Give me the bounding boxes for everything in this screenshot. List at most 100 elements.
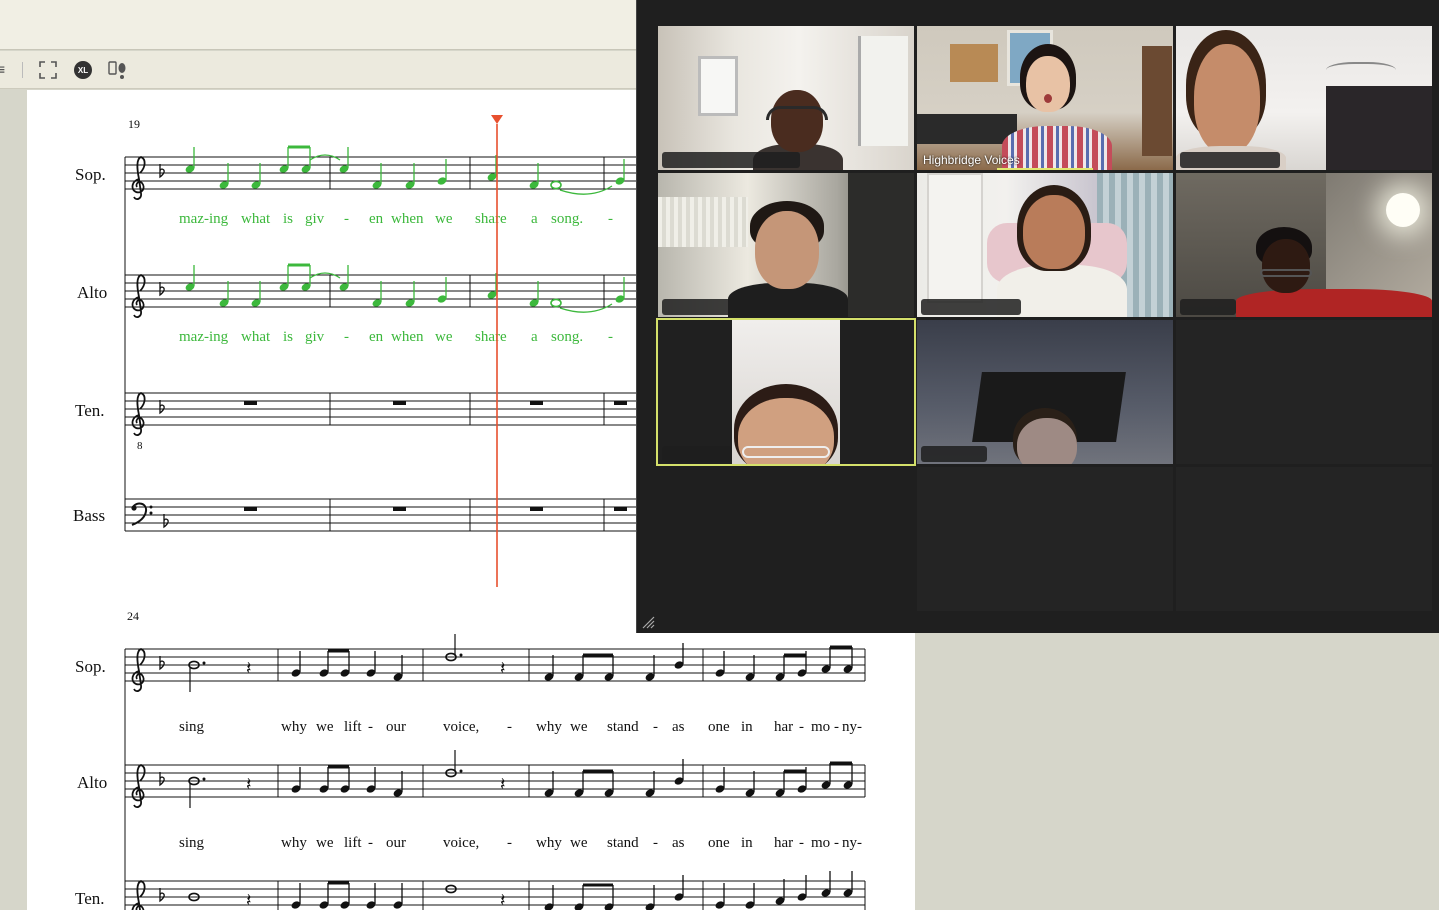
participant-name	[921, 299, 1021, 315]
lyric: har	[774, 835, 793, 851]
lyric: why	[536, 835, 562, 851]
lyric: in	[741, 835, 753, 851]
lyric: we	[316, 719, 334, 735]
lyric: in	[741, 719, 753, 735]
lyric: voice,	[443, 719, 479, 735]
participant-name	[662, 446, 732, 462]
lyric: song.	[551, 329, 583, 345]
staff-alto-2: Alto 𝄽 𝄽	[77, 750, 866, 808]
participant-name	[662, 299, 752, 315]
svg-text:𝄽: 𝄽	[246, 658, 252, 679]
soprano-notes-2: 𝄽 𝄽	[188, 634, 855, 692]
svg-text:8: 8	[137, 440, 143, 452]
participant-tile[interactable]	[1176, 26, 1432, 170]
lyric: is	[283, 329, 293, 345]
playback-cursor[interactable]	[491, 115, 503, 587]
staff-tenor-2: Ten. 𝄽 𝄽	[75, 649, 866, 910]
lyric: is	[283, 211, 293, 227]
participant-tile[interactable]	[658, 26, 914, 170]
measure-number: 19	[128, 117, 140, 131]
staff-label: Ten.	[75, 889, 105, 908]
svg-text:𝄽: 𝄽	[246, 890, 252, 910]
lyric: sing	[179, 835, 205, 851]
staff-label: Sop.	[75, 657, 106, 676]
staff-tenor-1: Ten. 8	[75, 392, 636, 452]
staff-label: Sop.	[75, 165, 106, 184]
staff-label: Bass	[73, 506, 105, 525]
lyric: -	[653, 719, 658, 735]
lyric: why	[281, 719, 307, 735]
participant-tile-self[interactable]	[658, 320, 914, 464]
lyric: a	[531, 329, 538, 345]
lyric: we	[435, 329, 453, 345]
lyric: one	[708, 835, 730, 851]
lyric: one	[708, 719, 730, 735]
lyric: what	[241, 211, 271, 227]
lyric: a	[531, 211, 538, 227]
svg-text:𝄽: 𝄽	[500, 658, 506, 679]
lyric: giv	[305, 329, 325, 345]
alto-notes-2: 𝄽 𝄽	[188, 750, 855, 808]
lyric: -	[344, 211, 349, 227]
lyric: -	[507, 835, 512, 851]
lyric: mo	[811, 835, 830, 851]
staff-soprano-1: Sop.	[75, 145, 636, 200]
staff-soprano-2: Sop. 𝄽 𝄽	[75, 634, 866, 692]
alto-notes	[183, 263, 627, 313]
lyric: lift	[344, 719, 362, 735]
lyric: why	[536, 719, 562, 735]
lyric: stand	[607, 719, 639, 735]
staff-label: Alto	[77, 773, 107, 792]
measure-number: 24	[127, 609, 139, 623]
empty-gallery-slot	[917, 467, 1173, 611]
lyrics-alto-2: sing why we lift - our voice, - why we s…	[179, 835, 862, 851]
lyric: we	[316, 835, 334, 851]
lyric: voice,	[443, 835, 479, 851]
participant-tile[interactable]	[917, 320, 1173, 464]
lyric: lift	[344, 835, 362, 851]
participant-name	[1180, 299, 1236, 315]
lyric: song.	[551, 211, 583, 227]
lyric: -	[834, 719, 839, 735]
lyric: our	[386, 835, 406, 851]
soprano-notes	[183, 145, 627, 195]
lyric: share	[475, 211, 507, 227]
participant-tile[interactable]	[1176, 173, 1432, 317]
video-call-window[interactable]: Highbridge Voices	[636, 0, 1439, 633]
svg-text:𝄽: 𝄽	[500, 774, 506, 795]
participant-name	[1180, 152, 1280, 168]
lyric: sing	[179, 719, 205, 735]
staff-label: Alto	[77, 283, 107, 302]
lyric: as	[672, 719, 685, 735]
lyric: what	[241, 329, 271, 345]
participant-tile-active-speaker[interactable]: Highbridge Voices	[917, 26, 1173, 170]
lyric: mo	[811, 719, 830, 735]
lyric: maz-ing	[179, 329, 229, 345]
resize-handle-icon[interactable]	[641, 615, 655, 629]
lyric: en	[369, 329, 384, 345]
speaking-indicator	[997, 168, 1093, 170]
lyric: -	[608, 329, 613, 345]
lyric: why	[281, 835, 307, 851]
lyric: our	[386, 719, 406, 735]
participant-tile[interactable]	[658, 173, 914, 317]
lyric: -	[653, 835, 658, 851]
lyric: -	[799, 835, 804, 851]
lyric: we	[435, 211, 453, 227]
participant-name: Highbridge Voices	[923, 153, 1020, 167]
lyric: -	[608, 211, 613, 227]
lyric: -	[368, 719, 373, 735]
lyric: stand	[607, 835, 639, 851]
staff-alto-1: Alto	[77, 263, 636, 318]
lyric: when	[391, 211, 424, 227]
lyric: en	[369, 211, 384, 227]
empty-gallery-slot	[1176, 320, 1432, 464]
lyrics-soprano-2: sing why we lift - our voice, - why we s…	[179, 719, 862, 735]
lyric: we	[570, 835, 588, 851]
lyric: -	[507, 719, 512, 735]
lyric: -	[344, 329, 349, 345]
participant-tile[interactable]	[917, 173, 1173, 317]
svg-text:𝄽: 𝄽	[500, 890, 506, 910]
lyric: -	[368, 835, 373, 851]
lyric: ny-	[842, 835, 862, 851]
